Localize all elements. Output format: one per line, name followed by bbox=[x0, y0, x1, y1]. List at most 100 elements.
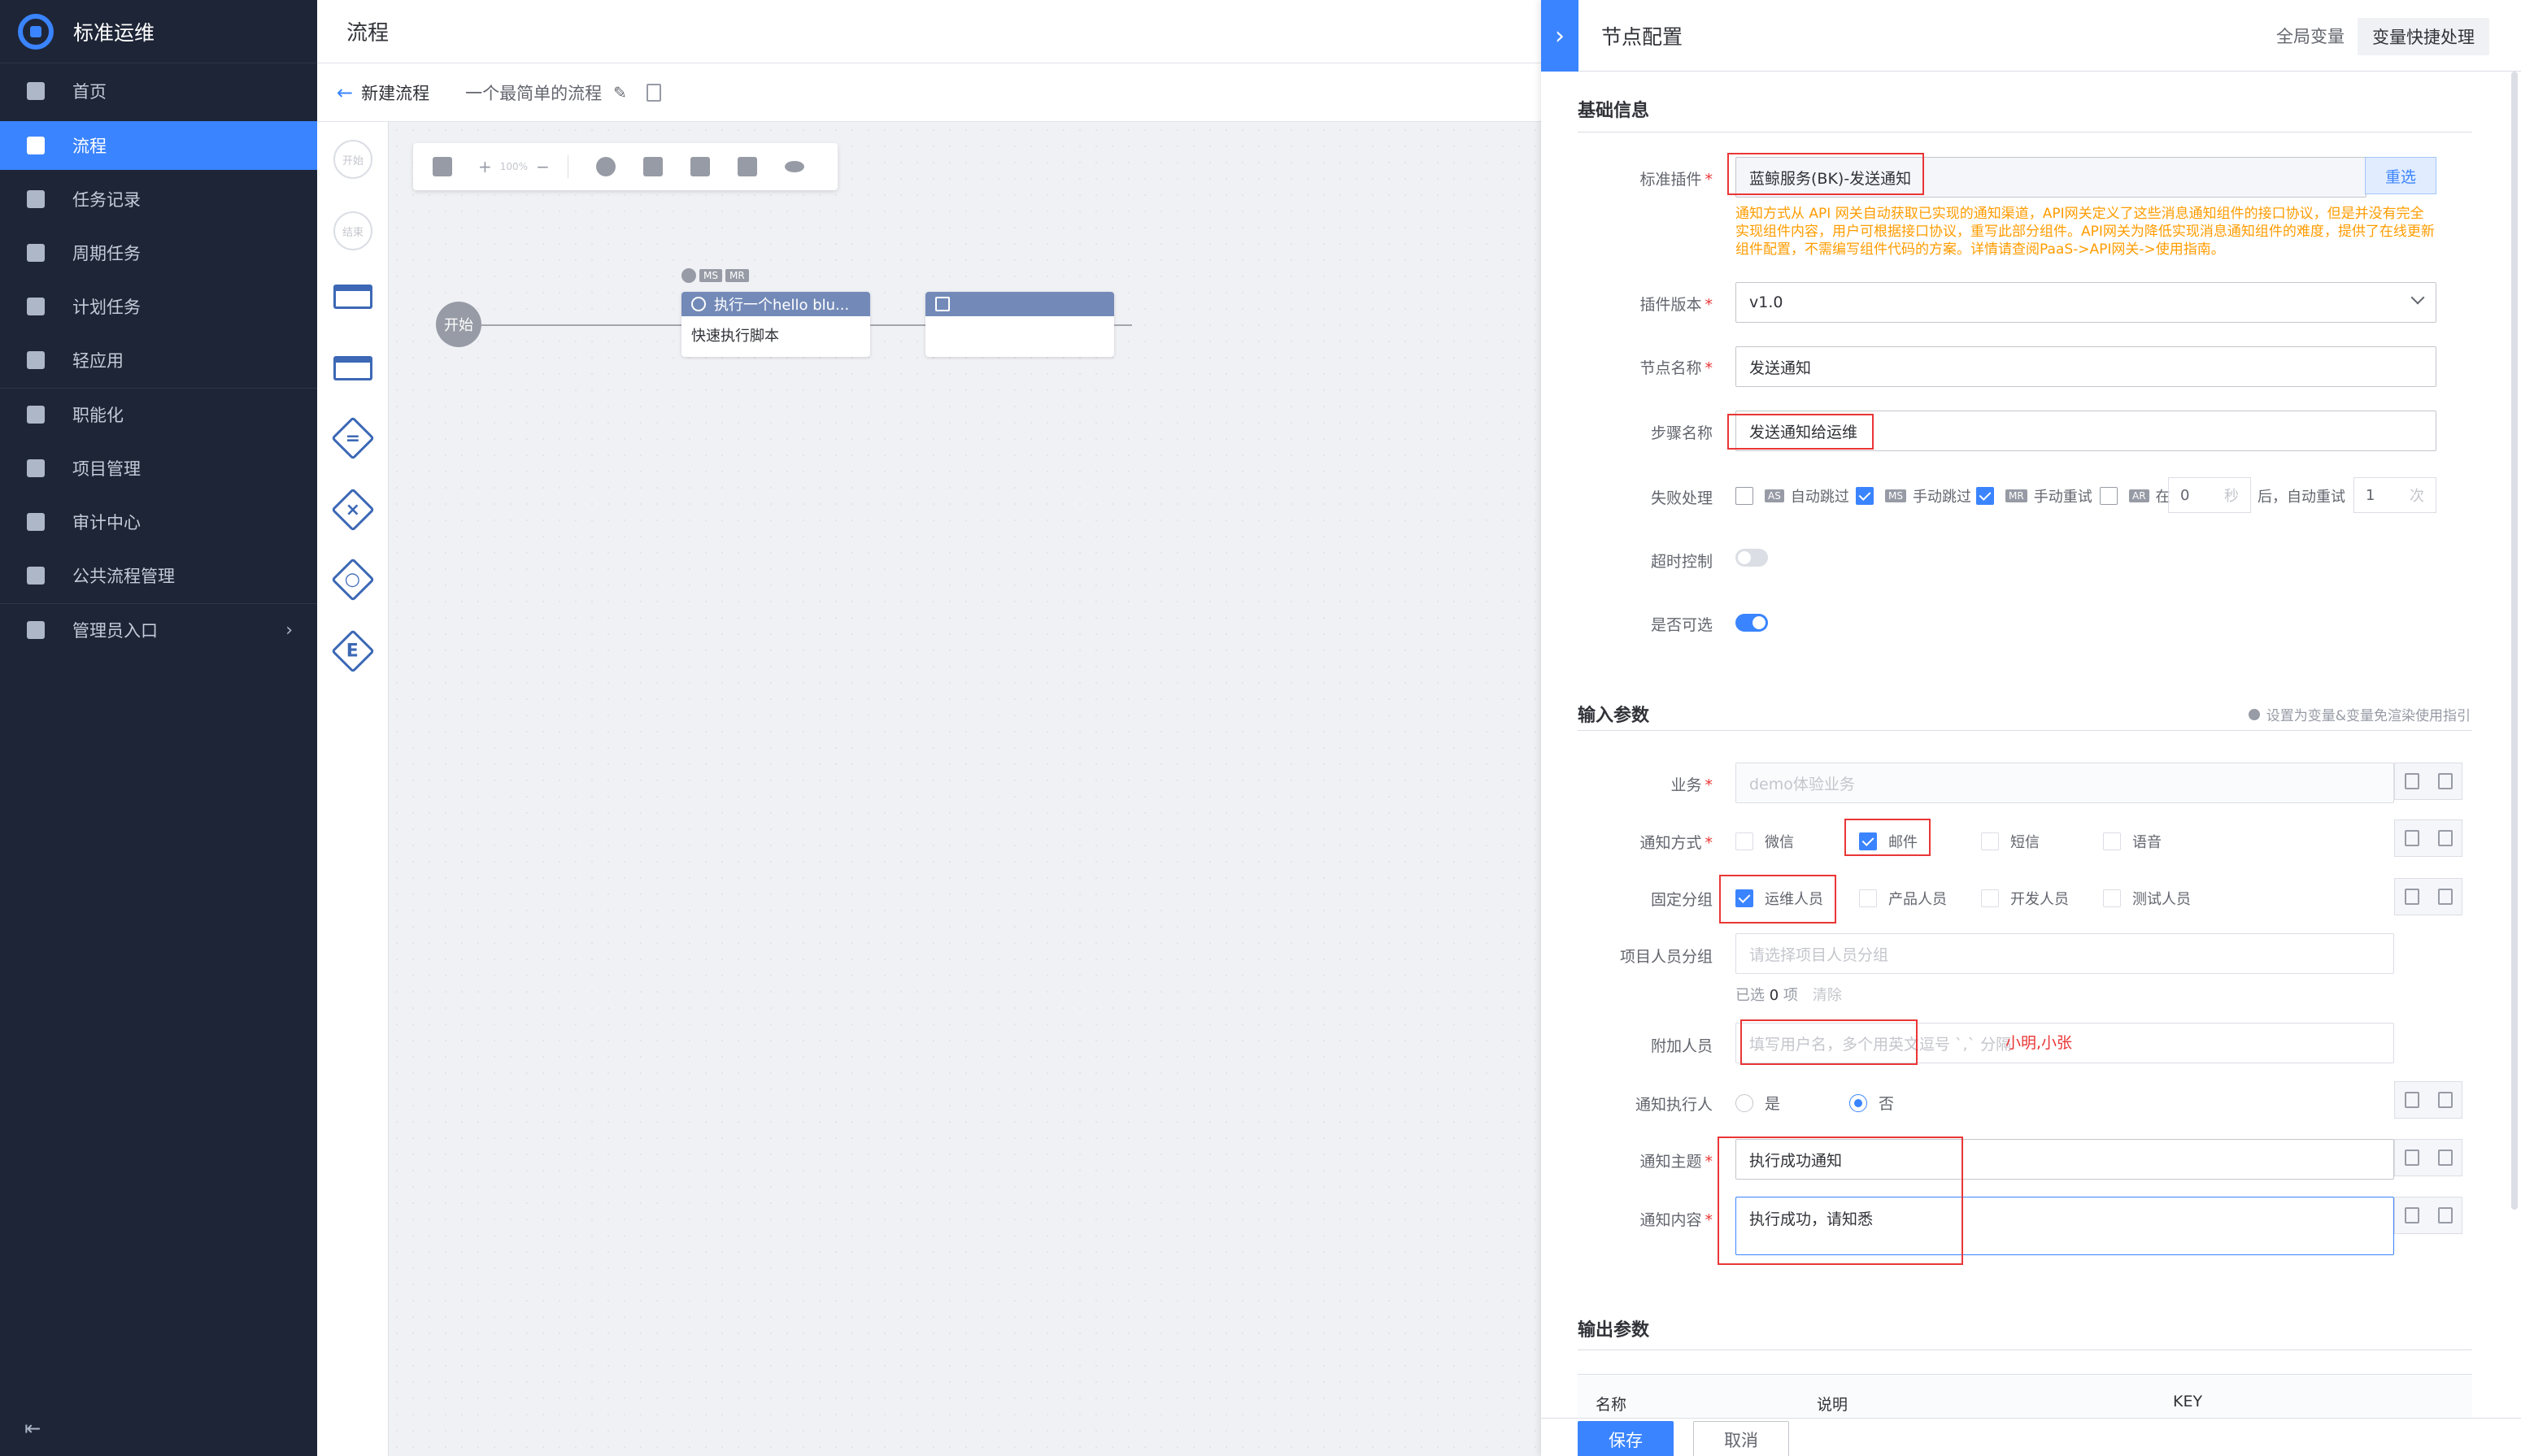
section-divider bbox=[1578, 132, 2472, 133]
layout-icon[interactable] bbox=[433, 157, 452, 176]
zoom-in-icon[interactable]: + bbox=[478, 157, 492, 176]
task-node-body bbox=[925, 316, 1114, 332]
auto-retry-checkbox[interactable]: AR 在 bbox=[2100, 485, 2170, 506]
back-arrow-icon[interactable]: ← bbox=[337, 81, 353, 104]
group-product-checkbox[interactable]: 产品人员 bbox=[1859, 888, 1947, 909]
label-version: 插件版本 * bbox=[1639, 296, 1713, 314]
back-label[interactable]: 新建流程 bbox=[361, 80, 429, 105]
nav-light-app[interactable]: 轻应用 bbox=[0, 336, 317, 385]
variable-hook-buttons[interactable] bbox=[2394, 1081, 2462, 1119]
page-header: 流程 bbox=[317, 0, 1541, 63]
tag-mr: MR bbox=[725, 269, 749, 282]
manual-skip-checkbox[interactable]: MS 手动跳过 bbox=[1856, 485, 1971, 506]
cancel-button[interactable]: 取消 bbox=[1693, 1421, 1789, 1456]
notify-voice-checkbox[interactable]: 语音 bbox=[2103, 831, 2162, 852]
fullscreen-icon[interactable] bbox=[737, 157, 757, 176]
task-node-new[interactable] bbox=[925, 292, 1114, 357]
nav-home[interactable]: 首页 bbox=[0, 67, 317, 115]
collapse-panel-icon[interactable]: › bbox=[1541, 0, 1578, 72]
checkbox-box bbox=[1976, 487, 1994, 505]
list-icon[interactable] bbox=[690, 157, 710, 176]
palette-exclusive-gateway[interactable]: × bbox=[331, 488, 375, 532]
x-icon: × bbox=[345, 499, 361, 520]
template-settings-icon[interactable] bbox=[646, 83, 661, 102]
save-button[interactable]: 保存 bbox=[1578, 1421, 1674, 1456]
palette-end[interactable]: 结束 bbox=[333, 211, 372, 250]
hook-icon[interactable] bbox=[2404, 773, 2419, 789]
auto-skip-checkbox[interactable]: AS 自动跳过 bbox=[1735, 485, 1849, 506]
label-fixed-group: 固定分组 bbox=[1650, 891, 1713, 909]
nav-project[interactable]: 项目管理 bbox=[0, 444, 317, 493]
collapse-sidebar-icon[interactable]: ⇤ bbox=[24, 1417, 41, 1440]
zoom-out-icon[interactable]: − bbox=[536, 157, 550, 176]
palette-converge-gateway[interactable]: ○ bbox=[331, 558, 375, 602]
input-params-hint[interactable]: 设置为变量&变量免渲染使用指引 bbox=[2248, 704, 2471, 724]
timeout-switch[interactable] bbox=[1735, 549, 1768, 567]
hook-icon[interactable] bbox=[2404, 830, 2419, 846]
notify-sms-checkbox[interactable]: 短信 bbox=[1981, 831, 2040, 852]
nav-divider bbox=[0, 603, 317, 604]
retry-seconds-input[interactable]: 0秒 bbox=[2168, 477, 2251, 513]
render-icon[interactable] bbox=[2437, 889, 2453, 905]
palette-subflow-node[interactable] bbox=[333, 356, 372, 380]
reset-view-icon[interactable] bbox=[595, 157, 616, 176]
executor-yes-radio[interactable]: 是 bbox=[1735, 1092, 1780, 1114]
nav-audit[interactable]: 审计中心 bbox=[0, 498, 317, 546]
render-icon[interactable] bbox=[2437, 830, 2453, 846]
retry-times-input[interactable]: 1次 bbox=[2353, 477, 2436, 513]
variable-hook-buttons[interactable] bbox=[2394, 1139, 2462, 1176]
section-output-params: 输出参数 bbox=[1578, 1320, 1650, 1341]
format-icon[interactable] bbox=[642, 157, 663, 176]
checkbox-box bbox=[2103, 832, 2121, 850]
render-icon[interactable] bbox=[2437, 1092, 2453, 1108]
nav-public-flow[interactable]: 公共流程管理 bbox=[0, 551, 317, 600]
clear-link[interactable]: 清除 bbox=[1813, 987, 1842, 1004]
variable-hook-buttons[interactable] bbox=[2394, 763, 2462, 800]
notify-wechat-checkbox[interactable]: 微信 bbox=[1735, 831, 1794, 852]
render-icon[interactable] bbox=[2437, 1150, 2453, 1166]
task-node-script[interactable]: 执行一个hello blu... 快速执行脚本 bbox=[681, 292, 870, 357]
variable-hook-buttons[interactable] bbox=[2394, 819, 2462, 857]
highlight-box bbox=[1719, 875, 1836, 924]
hook-icon[interactable] bbox=[2404, 889, 2419, 905]
palette-task-node[interactable] bbox=[333, 285, 372, 309]
section-divider bbox=[1578, 730, 2472, 731]
hook-icon[interactable] bbox=[2404, 1092, 2419, 1108]
hook-icon[interactable] bbox=[2404, 1150, 2419, 1166]
render-icon[interactable] bbox=[2437, 773, 2453, 789]
nav-periodic-task[interactable]: 周期任务 bbox=[0, 228, 317, 277]
flow-name: 一个最简单的流程 bbox=[465, 83, 603, 103]
palette-parallel-gateway[interactable]: = bbox=[331, 416, 375, 460]
nav-plan-task[interactable]: 计划任务 bbox=[0, 282, 317, 331]
hook-icon[interactable] bbox=[2404, 1207, 2419, 1223]
version-select[interactable]: v1.0 bbox=[1735, 282, 2436, 323]
group-test-checkbox[interactable]: 测试人员 bbox=[2103, 888, 2191, 909]
nav-function[interactable]: 职能化 bbox=[0, 390, 317, 439]
page-title: 流程 bbox=[346, 21, 390, 46]
manual-retry-checkbox[interactable]: MR 手动重试 bbox=[1976, 485, 2092, 506]
panel-scrollbar[interactable] bbox=[2511, 72, 2518, 1210]
palette-conditional-gateway[interactable]: E bbox=[331, 629, 375, 673]
nav-task-record[interactable]: 任务记录 bbox=[0, 175, 317, 224]
nav-label: 任务记录 bbox=[72, 190, 141, 210]
executor-no-radio[interactable]: 否 bbox=[1849, 1092, 1894, 1114]
optional-switch[interactable] bbox=[1735, 614, 1768, 632]
start-node[interactable]: 开始 bbox=[436, 302, 481, 347]
palette-start[interactable]: 开始 bbox=[333, 140, 372, 179]
project-group-select[interactable]: 请选择项目人员分组 bbox=[1735, 933, 2394, 974]
nav-admin[interactable]: 管理员入口 › bbox=[0, 606, 317, 654]
edit-icon[interactable]: ✎ bbox=[613, 83, 627, 102]
reselect-button[interactable]: 重选 bbox=[2365, 157, 2436, 194]
variable-hook-buttons[interactable] bbox=[2394, 878, 2462, 915]
col-desc: 说明 bbox=[1817, 1396, 1848, 1414]
nav-flow[interactable]: 流程 bbox=[0, 121, 317, 170]
global-vars-link[interactable]: 全局变量 bbox=[2276, 24, 2345, 48]
quick-vars-button[interactable]: 变量快捷处理 bbox=[2358, 18, 2489, 55]
group-dev-checkbox[interactable]: 开发人员 bbox=[1981, 888, 2069, 909]
checkbox-box bbox=[1859, 889, 1877, 907]
variable-hook-buttons[interactable] bbox=[2394, 1197, 2462, 1234]
preview-eye-icon[interactable] bbox=[784, 161, 804, 172]
node-name-input[interactable]: 发送通知 bbox=[1735, 346, 2436, 387]
brand[interactable]: 标准运维 bbox=[0, 0, 317, 63]
render-icon[interactable] bbox=[2437, 1207, 2453, 1223]
